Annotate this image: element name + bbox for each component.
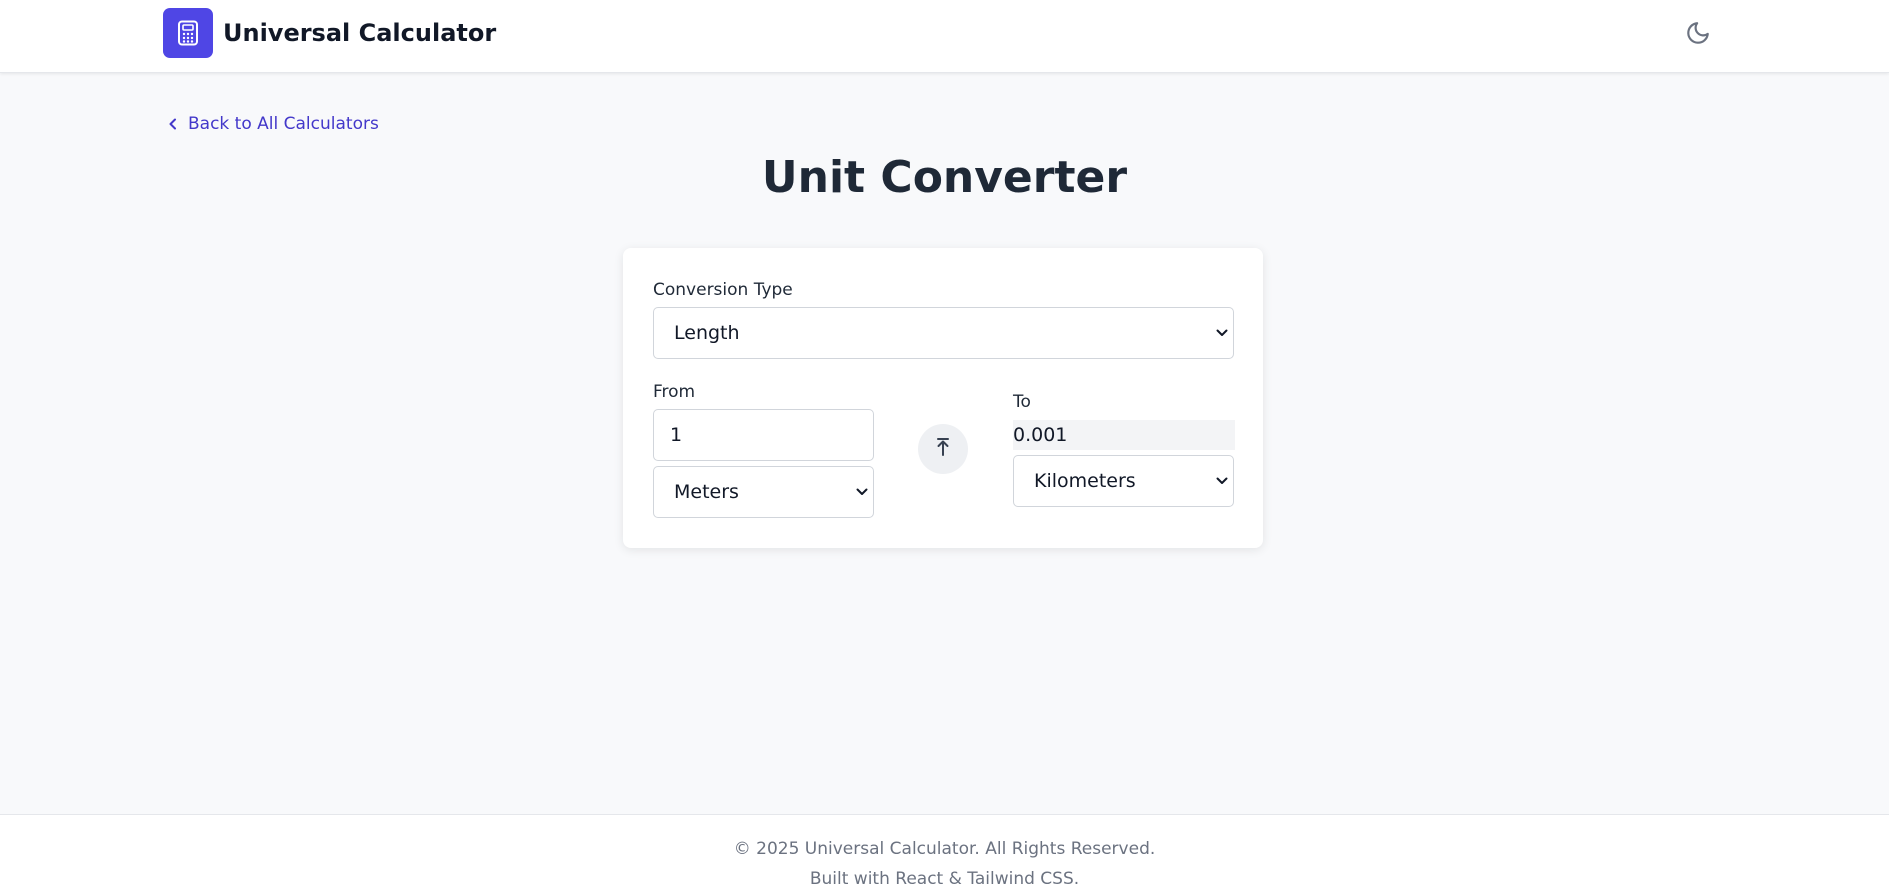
conversion-type-label: Conversion Type xyxy=(653,280,793,300)
brand[interactable]: Universal Calculator xyxy=(163,8,496,58)
to-unit-value: Kilometers xyxy=(1034,470,1136,492)
conversion-type-value: Length xyxy=(674,322,740,344)
page-title: Unit Converter xyxy=(761,152,1128,203)
from-unit-value: Meters xyxy=(674,481,739,503)
footer-built-with: Built with React & Tailwind CSS. xyxy=(809,869,1080,889)
back-to-all-calculators-link[interactable]: Back to All Calculators xyxy=(168,114,379,134)
chevron-left-icon xyxy=(168,118,178,130)
app-title: Universal Calculator xyxy=(223,19,497,47)
swap-units-button[interactable] xyxy=(918,424,968,474)
converter-card: Conversion Type Length From 1 Meters To … xyxy=(623,248,1263,548)
chevron-down-icon xyxy=(1216,329,1228,337)
from-label: From xyxy=(653,382,696,402)
back-link-label: Back to All Calculators xyxy=(188,114,379,134)
from-unit-select[interactable]: Meters xyxy=(653,466,874,518)
to-result-value: 0.001 xyxy=(1013,420,1235,450)
moon-icon xyxy=(1685,20,1711,50)
from-value-input[interactable]: 1 xyxy=(653,409,874,461)
to-label: To xyxy=(1013,392,1031,412)
page-footer: © 2025 Universal Calculator. All Rights … xyxy=(0,814,1889,896)
from-value: 1 xyxy=(670,424,683,446)
to-unit-select[interactable]: Kilometers xyxy=(1013,455,1234,507)
chevron-down-icon xyxy=(1216,477,1228,485)
calculator-icon xyxy=(163,8,213,58)
top-navbar: Universal Calculator xyxy=(0,0,1889,73)
footer-copyright: © 2025 Universal Calculator. All Rights … xyxy=(733,839,1156,859)
theme-toggle-button[interactable] xyxy=(1680,17,1716,53)
arrow-up-icon xyxy=(934,437,952,461)
conversion-type-select[interactable]: Length xyxy=(653,307,1234,359)
chevron-down-icon xyxy=(856,488,868,496)
